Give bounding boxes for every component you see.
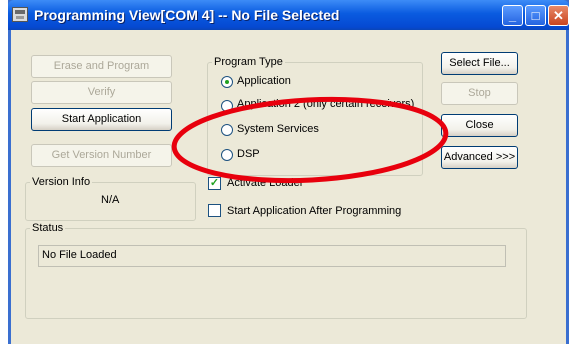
erase-and-program-button[interactable]: Erase and Program — [31, 55, 172, 78]
radio-system-services[interactable] — [221, 124, 233, 136]
window-title: Programming View[COM 4] -- No File Selec… — [34, 7, 340, 23]
radio-application-2-label[interactable]: Application 2 (only certain receivers) — [237, 98, 423, 110]
close-window-button[interactable]: ✕ — [548, 5, 569, 26]
start-after-programming-checkbox[interactable] — [208, 204, 221, 217]
start-application-button[interactable]: Start Application — [31, 108, 172, 131]
status-legend: Status — [32, 222, 64, 234]
radio-application-2[interactable] — [221, 100, 233, 112]
minimize-button[interactable]: _ — [502, 5, 523, 26]
advanced-button[interactable]: Advanced >>> — [441, 146, 518, 169]
get-version-number-button[interactable]: Get Version Number — [31, 144, 172, 167]
radio-application-label[interactable]: Application — [237, 75, 291, 87]
stop-button[interactable]: Stop — [441, 82, 518, 105]
start-after-programming-label[interactable]: Start Application After Programming — [227, 205, 401, 217]
radio-dsp-label[interactable]: DSP — [237, 148, 260, 160]
title-bar[interactable]: Programming View[COM 4] -- No File Selec… — [8, 0, 569, 30]
programming-view-window: Programming View[COM 4] -- No File Selec… — [8, 0, 569, 344]
activate-loader-checkbox[interactable]: ✓ — [208, 177, 221, 190]
activate-loader-label[interactable]: Activate Loader — [227, 177, 303, 189]
status-text: No File Loaded — [38, 245, 506, 267]
status-group: Status — [25, 222, 527, 319]
maximize-button[interactable]: □ — [525, 5, 546, 26]
dialog-body: Erase and Program Verify Start Applicati… — [11, 30, 566, 344]
program-type-legend: Program Type — [214, 56, 283, 68]
app-icon — [12, 7, 28, 22]
select-file-button[interactable]: Select File... — [441, 52, 518, 75]
close-button[interactable]: Close — [441, 114, 518, 137]
radio-application[interactable] — [221, 76, 233, 88]
version-info-legend: Version Info — [32, 176, 91, 188]
verify-button[interactable]: Verify — [31, 81, 172, 104]
radio-system-services-label[interactable]: System Services — [237, 123, 319, 135]
radio-dsp[interactable] — [221, 149, 233, 161]
version-value: N/A — [101, 194, 120, 206]
